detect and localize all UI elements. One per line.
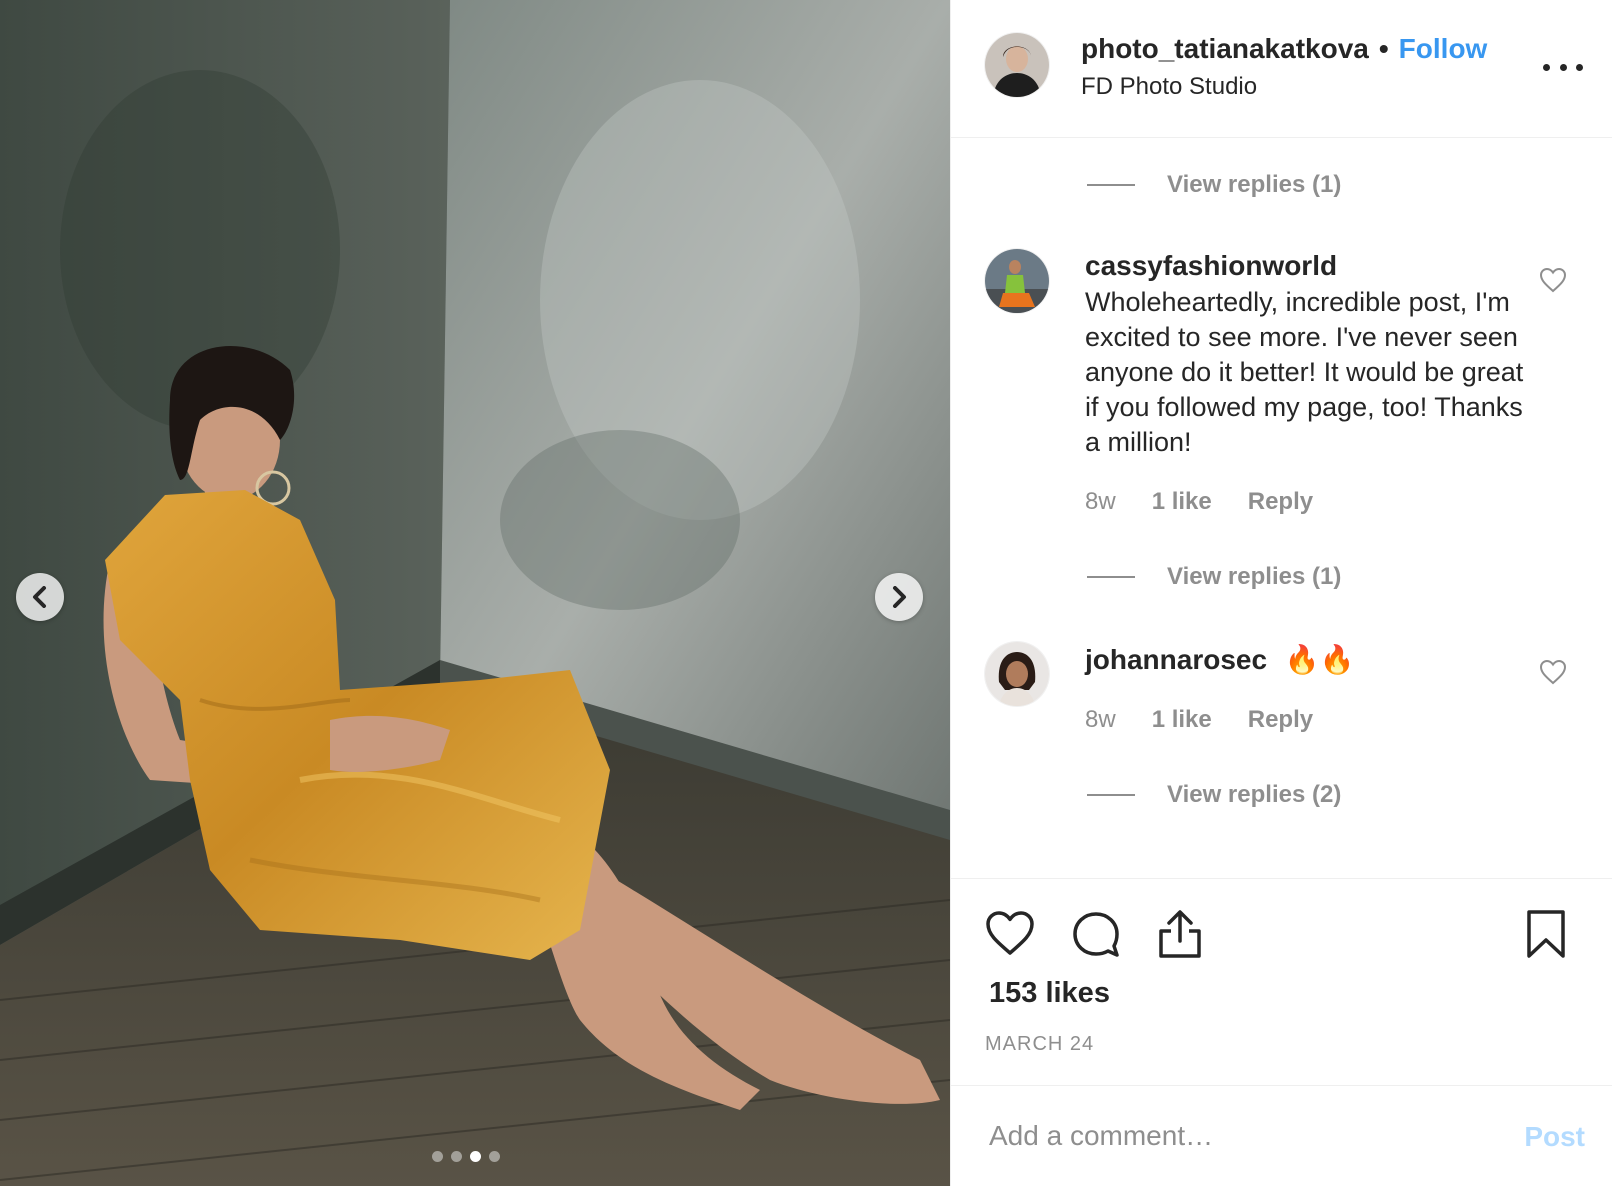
post-comment-button[interactable]: Post (1524, 1121, 1585, 1153)
carousel-prev-button[interactable] (16, 573, 64, 621)
location-link[interactable]: FD Photo Studio (1081, 73, 1257, 101)
add-comment-input[interactable] (989, 1120, 1519, 1152)
likes-count[interactable]: 153 likes (989, 977, 1110, 1010)
more-options-button[interactable] (1543, 54, 1583, 80)
replies-divider (1087, 184, 1135, 186)
more-horizontal-icon (1543, 63, 1550, 71)
post-photo[interactable] (0, 0, 950, 1186)
replies-divider (1087, 794, 1135, 796)
comment-reply-button[interactable]: Reply (1248, 488, 1313, 516)
carousel-next-button[interactable] (875, 573, 923, 621)
view-replies-button[interactable]: View replies (1) (1087, 170, 1341, 200)
separator-dot: • (1378, 33, 1389, 64)
bookmark-icon[interactable] (1521, 909, 1571, 959)
chevron-right-icon (893, 586, 906, 608)
comment-meta: 8w 1 like Reply (1085, 488, 1313, 516)
carousel-indicator (432, 1151, 500, 1162)
carousel-dot (489, 1151, 500, 1162)
comments-list: View replies (1) cassyfashionworld Whole… (951, 138, 1612, 878)
view-replies-button[interactable]: View replies (2) (1087, 780, 1341, 810)
post-header: photo_tatianakatkova • Follow FD Photo Stu… (951, 0, 1612, 138)
author-avatar[interactable] (985, 33, 1049, 97)
comment-likes[interactable]: 1 like (1152, 706, 1212, 734)
comment-like-icon[interactable] (1539, 267, 1567, 293)
commenter-avatar[interactable] (985, 249, 1049, 313)
photo-image (0, 0, 950, 1186)
view-replies-label: View replies (2) (1167, 781, 1342, 808)
commenter-avatar[interactable] (985, 642, 1049, 706)
post-sidebar: photo_tatianakatkova • Follow FD Photo Stu… (950, 0, 1612, 1186)
chevron-left-icon (33, 586, 46, 608)
comment-reply-button[interactable]: Reply (1248, 706, 1313, 734)
comment-likes[interactable]: 1 like (1152, 488, 1212, 516)
carousel-dot (451, 1151, 462, 1162)
comment-like-icon[interactable] (1539, 659, 1567, 685)
comment-meta: 8w 1 like Reply (1085, 706, 1313, 734)
author-line: photo_tatianakatkova • Follow (1081, 33, 1487, 65)
author-username[interactable]: photo_tatianakatkova (1081, 33, 1369, 64)
comment-username[interactable]: cassyfashionworld (1085, 250, 1337, 282)
view-replies-button[interactable]: View replies (1) (1087, 562, 1341, 592)
comment-time[interactable]: 8w (1085, 488, 1116, 516)
view-replies-label: View replies (1) (1167, 171, 1342, 198)
comment-line: johannarosec 🔥🔥 (1085, 643, 1355, 676)
heart-icon[interactable] (985, 909, 1035, 959)
comment-text: Wholeheartedly, incredible post, I'm exc… (1085, 287, 1524, 457)
share-icon[interactable] (1155, 909, 1205, 959)
view-replies-label: View replies (1) (1167, 563, 1342, 590)
replies-divider (1087, 576, 1135, 578)
carousel-dot (432, 1151, 443, 1162)
comment-username[interactable]: johannarosec (1085, 644, 1267, 675)
follow-button[interactable]: Follow (1399, 33, 1488, 64)
comment-text: 🔥🔥 (1284, 644, 1355, 675)
post-date[interactable]: MARCH 24 (985, 1033, 1094, 1056)
carousel-dot (470, 1151, 481, 1162)
post-actions: 153 likes MARCH 24 (951, 878, 1612, 1086)
comment-time[interactable]: 8w (1085, 706, 1116, 734)
comment-icon[interactable] (1071, 909, 1121, 959)
